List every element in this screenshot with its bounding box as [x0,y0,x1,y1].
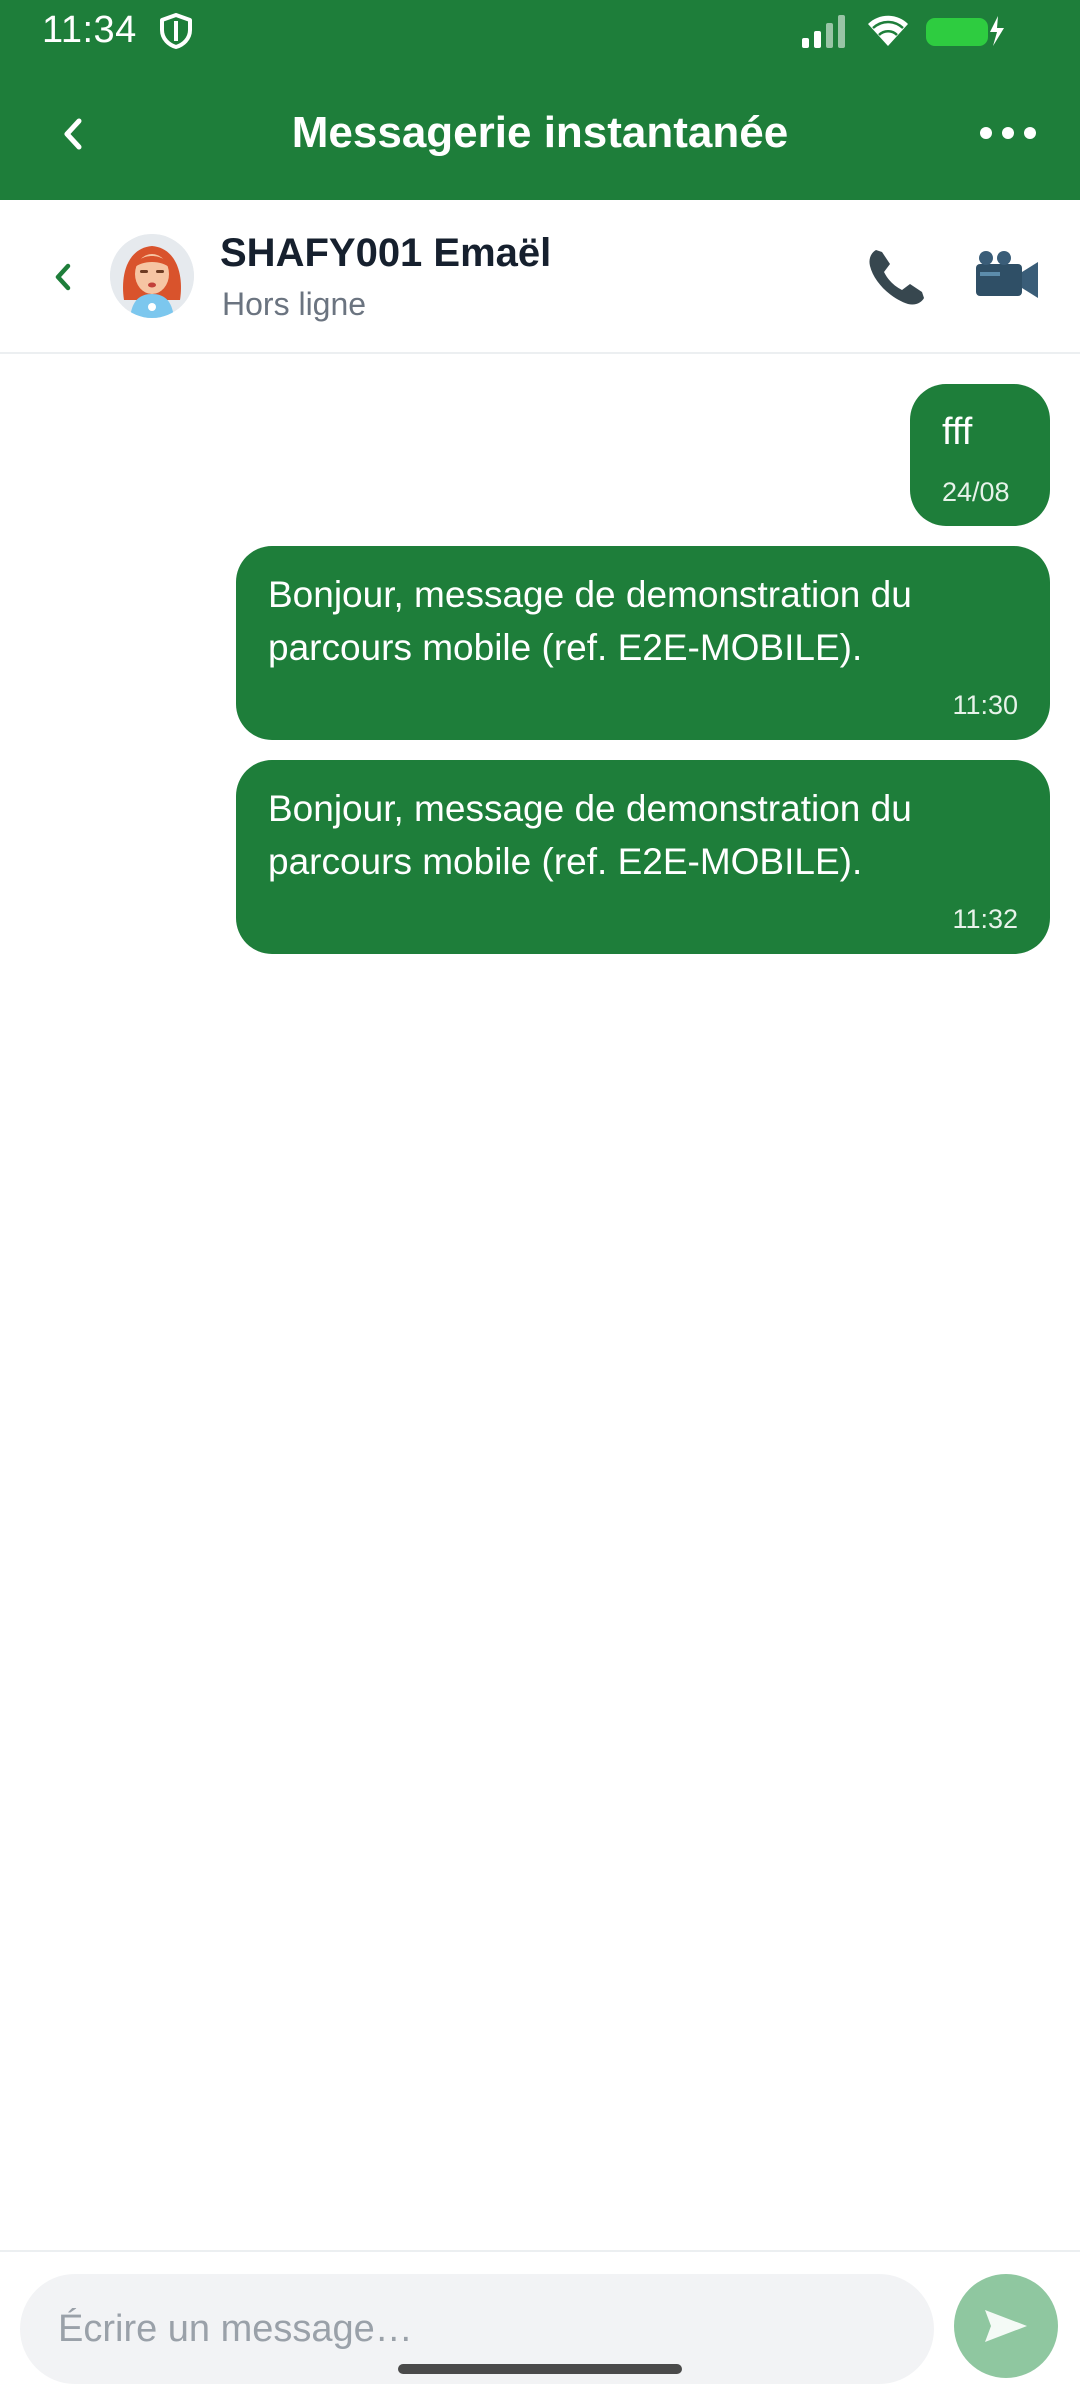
contact-name: SHAFY001 Emaël [220,231,552,275]
message-text: Bonjour, message de demonstration du par… [268,788,912,882]
message-time: 24/08 [942,477,1010,507]
page-title: Messagerie instantanée [291,108,789,157]
message-composer [0,2250,1080,2400]
message-time: 11:30 [952,690,1018,720]
send-button[interactable] [954,2274,1058,2378]
message-time: 11:32 [952,904,1018,934]
back-button[interactable] [48,104,98,164]
chevron-left-icon [64,118,82,150]
video-camera-icon [976,251,1038,298]
send-icon [985,2310,1027,2342]
signal-icon [802,15,845,48]
call-button[interactable] [862,242,932,312]
phone-icon [869,250,924,305]
contact-back-button[interactable] [40,252,86,302]
chat-screen: 11:34 Messagerie instantanée SHAFY001 Em… [0,0,1080,2400]
message-bubble[interactable]: Bonjour, message de demonstration du par… [236,546,1050,740]
video-call-button[interactable] [972,246,1044,310]
more-options-button[interactable] [968,108,1048,158]
message-bubble[interactable]: Bonjour, message de demonstration du par… [236,760,1050,954]
home-indicator[interactable] [398,2364,682,2374]
message-bubble[interactable]: fff 24/08 [910,384,1050,526]
avatar[interactable] [110,234,194,318]
message-text: Bonjour, message de demonstration du par… [268,574,912,668]
message-text: fff [942,411,973,453]
message-list[interactable]: fff 24/08 Bonjour, message de demonstrat… [0,356,1080,2246]
contact-header: SHAFY001 Emaël Hors ligne [0,200,1080,354]
avatar-image [110,234,194,318]
contact-status: Hors ligne [222,286,367,322]
status-time: 11:34 [42,9,137,51]
wifi-icon [868,15,908,46]
battery-charging-icon [926,16,1004,46]
shield-icon [160,13,192,49]
app-header: 11:34 Messagerie instantanée [0,0,1080,200]
more-horizontal-icon [980,127,992,139]
chevron-left-icon [55,263,71,291]
